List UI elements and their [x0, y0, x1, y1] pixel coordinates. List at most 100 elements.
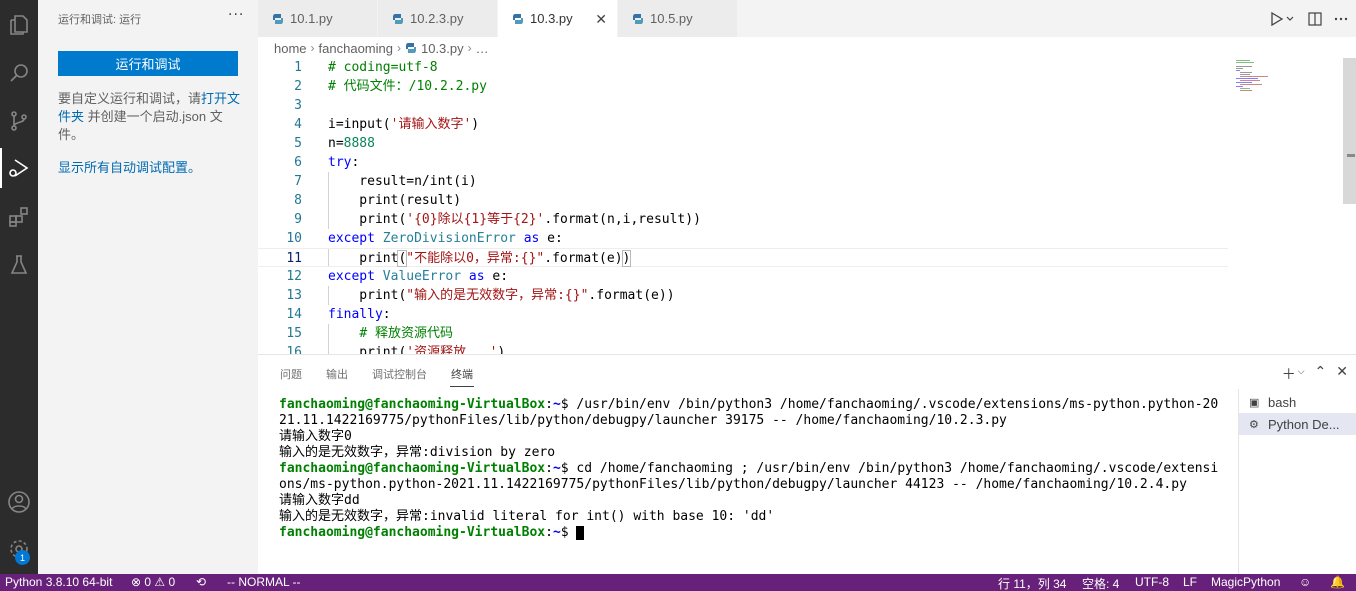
breadcrumb-home[interactable]: home	[274, 41, 307, 56]
code-text: except ZeroDivisionError as e:	[328, 231, 563, 246]
sidebar-help-text: 要自定义运行和调试，请打开文件夹 并创建一个启动.json 文件。	[58, 90, 246, 144]
line-number: 14	[286, 307, 302, 322]
code-text: # coding=utf-8	[328, 60, 438, 75]
account-icon[interactable]	[0, 482, 38, 522]
terminal-icon: ▣	[1249, 396, 1260, 409]
bottom-panel: 问题 输出 调试控制台 终端 ＋ ⌵ ⌃ ✕ fanchaoming@fanch…	[258, 354, 1356, 575]
python-file-icon	[393, 13, 403, 24]
terminal-path: ~	[552, 525, 561, 540]
close-tab-icon[interactable]: ✕	[595, 11, 607, 28]
maximize-panel-icon[interactable]: ⌃	[1315, 364, 1327, 384]
chevron-right-icon: ›	[467, 41, 472, 55]
show-all-debug-configs-link[interactable]: 显示所有自动调试配置。	[58, 157, 201, 176]
line-number: 12	[286, 269, 302, 284]
run-debug-sidebar: 运行和调试: 运行 ··· 运行和调试 要自定义运行和调试，请打开文件夹 并创建…	[38, 0, 258, 574]
notifications-bell-icon[interactable]: 🔔	[1330, 575, 1345, 589]
code-line: 7 result=n/int(i)	[258, 172, 1228, 191]
minimap-line	[1240, 84, 1262, 85]
debug-run-icon[interactable]: ⟲	[196, 575, 206, 589]
indentation[interactable]: 空格: 4	[1082, 575, 1119, 591]
sidebar-title: 运行和调试: 运行	[58, 14, 142, 26]
minimap-line	[1236, 78, 1258, 79]
minimap-line	[1240, 88, 1250, 89]
code-text: print('{0}除以{1}等于{2}'.format(n,i,result)…	[328, 212, 701, 227]
python-interpreter[interactable]: Python 3.8.10 64-bit	[5, 575, 112, 589]
code-line: 16 print('资源释放...')	[258, 343, 1228, 354]
code-text: print("不能除以0，异常:{}".format(e))	[328, 250, 632, 267]
code-line: 4 i=input('请输入数字')	[258, 115, 1228, 134]
code-text: # 释放资源代码	[359, 326, 453, 341]
editor-scrollbar[interactable]	[1343, 58, 1356, 204]
code-line: 12 except ValueError as e:	[258, 267, 1228, 286]
code-line: 10 except ZeroDivisionError as e:	[258, 229, 1228, 248]
line-number: 10	[286, 231, 302, 246]
tab-terminal[interactable]: 终端	[451, 366, 473, 382]
minimap-line	[1240, 72, 1252, 73]
explorer-icon[interactable]	[0, 5, 38, 45]
run-python-file-icon[interactable]	[1266, 8, 1300, 30]
terminal-item-bash[interactable]: ▣ bash	[1239, 391, 1356, 413]
terminal-user: fanchaoming@fanchaoming-VirtualBox	[279, 397, 546, 412]
problems-count[interactable]: ⊗ 0 ⚠ 0	[131, 575, 175, 589]
chevron-down-icon[interactable]: ⌵	[1298, 367, 1305, 384]
minimap-line	[1236, 86, 1243, 87]
encoding[interactable]: UTF-8	[1135, 575, 1169, 589]
settings-badge: 1	[15, 550, 30, 565]
line-number: 5	[294, 136, 302, 151]
more-actions-icon[interactable]: ···	[228, 7, 244, 23]
python-file-icon	[633, 13, 643, 24]
code-line: 6 try:	[258, 153, 1228, 172]
minimap-line	[1240, 80, 1260, 81]
line-number: 3	[294, 98, 302, 113]
terminal-item-python-debug[interactable]: ⚙ Python De...	[1239, 413, 1356, 435]
tab-10-3[interactable]: 10.3.py ✕	[498, 0, 618, 37]
vscode-window: 1 运行和调试: 运行 ··· 运行和调试 要自定义运行和调试，请打开文件夹 并…	[0, 0, 1356, 591]
terminal-output-line: 输入的是无效数字，异常:invalid literal for int() wi…	[279, 509, 775, 524]
code-text: i=input('请输入数字')	[328, 117, 480, 132]
run-and-debug-button[interactable]: 运行和调试	[58, 51, 238, 76]
source-control-icon[interactable]	[0, 101, 38, 141]
code-text: # 代码文件：/10.2.2.py	[328, 79, 487, 94]
new-terminal-icon[interactable]: ＋	[1282, 364, 1296, 384]
breadcrumb-file[interactable]: 10.3.py	[421, 41, 464, 56]
tab-debug-console[interactable]: 调试控制台	[372, 366, 427, 382]
line-number: 15	[286, 326, 302, 341]
testing-icon[interactable]	[0, 245, 38, 285]
end-of-line[interactable]: LF	[1183, 575, 1197, 589]
tab-10-2-3[interactable]: 10.2.3.py	[378, 0, 498, 37]
terminal-output[interactable]: fanchaoming@fanchaoming-VirtualBox:~$ /u…	[279, 397, 1219, 541]
code-line: 3	[258, 96, 1228, 115]
split-editor-icon[interactable]	[1304, 8, 1326, 30]
code-line: 2 # 代码文件：/10.2.2.py	[258, 77, 1228, 96]
code-editor[interactable]: 1 # coding=utf-8 2 # 代码文件：/10.2.2.py 3 4 i=…	[258, 58, 1356, 354]
line-number: 9	[294, 212, 302, 227]
activity-bar: 1	[0, 0, 38, 574]
tab-label: 10.2.3.py	[410, 11, 464, 26]
tab-10-5[interactable]: 10.5.py	[618, 0, 738, 37]
line-number: 2	[294, 79, 302, 94]
line-number: 8	[294, 193, 302, 208]
language-mode[interactable]: MagicPython	[1211, 575, 1280, 589]
breadcrumb-more[interactable]: …	[476, 41, 489, 56]
code-line: 8 print(result)	[258, 191, 1228, 210]
editor-more-icon[interactable]	[1330, 8, 1352, 30]
chevron-right-icon: ›	[310, 41, 315, 55]
breadcrumb-folder[interactable]: fanchaoming	[319, 41, 393, 56]
terminal-prompt: $	[560, 397, 569, 412]
feedback-icon[interactable]: ☺	[1299, 575, 1311, 589]
minimap[interactable]	[1236, 58, 1336, 98]
cursor-position[interactable]: 行 11，列 34	[998, 575, 1066, 591]
line-number: 7	[294, 174, 302, 189]
close-panel-icon[interactable]: ✕	[1336, 364, 1348, 384]
terminal-item-label: Python De...	[1268, 416, 1340, 432]
status-bar: Python 3.8.10 64-bit ⊗ 0 ⚠ 0 ⟲ -- NORMAL…	[0, 574, 1356, 591]
tab-output[interactable]: 输出	[326, 366, 348, 382]
code-line: 14 finally:	[258, 305, 1228, 324]
scrollbar-marker	[1347, 154, 1355, 157]
run-debug-icon[interactable]	[0, 148, 38, 188]
extensions-icon[interactable]	[0, 197, 38, 237]
search-icon[interactable]	[0, 53, 38, 93]
chevron-right-icon: ›	[396, 41, 401, 55]
tab-10-1[interactable]: 10.1.py	[258, 0, 378, 37]
tab-problems[interactable]: 问题	[280, 366, 302, 382]
